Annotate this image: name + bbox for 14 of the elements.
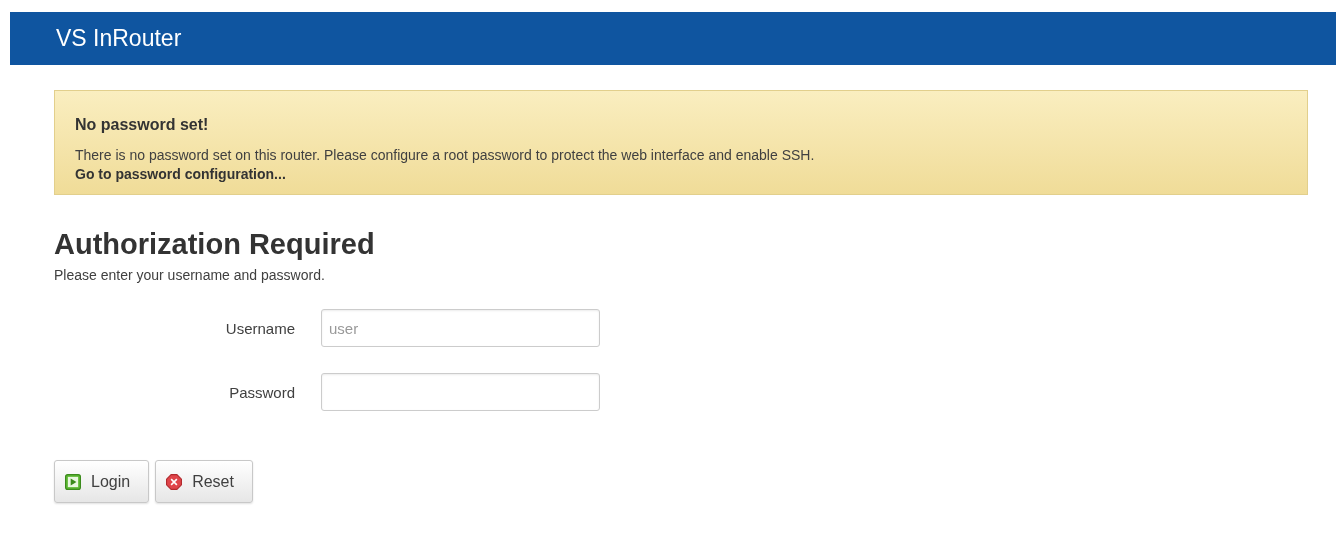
reset-button[interactable]: Reset xyxy=(155,460,253,503)
field-label: Username xyxy=(224,319,295,337)
alert-message: There is no password set on this router. Please configure a root password to protect the web interface and enable SSH. xyxy=(75,146,815,165)
input-field[interactable] xyxy=(321,373,600,411)
alert-title: No password set! xyxy=(75,116,209,134)
input-field[interactable]: user xyxy=(321,309,600,347)
password-config-link[interactable]: Go to password configuration... xyxy=(75,165,286,184)
login-button[interactable]: Login xyxy=(54,460,150,503)
play-icon xyxy=(65,473,81,490)
brand-title: VS InRouter xyxy=(56,25,182,52)
intro-text: Please enter your username and password. xyxy=(54,267,326,283)
field-label: Password xyxy=(228,383,295,401)
page-heading: Authorization Required xyxy=(54,228,375,261)
cancel-icon xyxy=(166,473,183,490)
